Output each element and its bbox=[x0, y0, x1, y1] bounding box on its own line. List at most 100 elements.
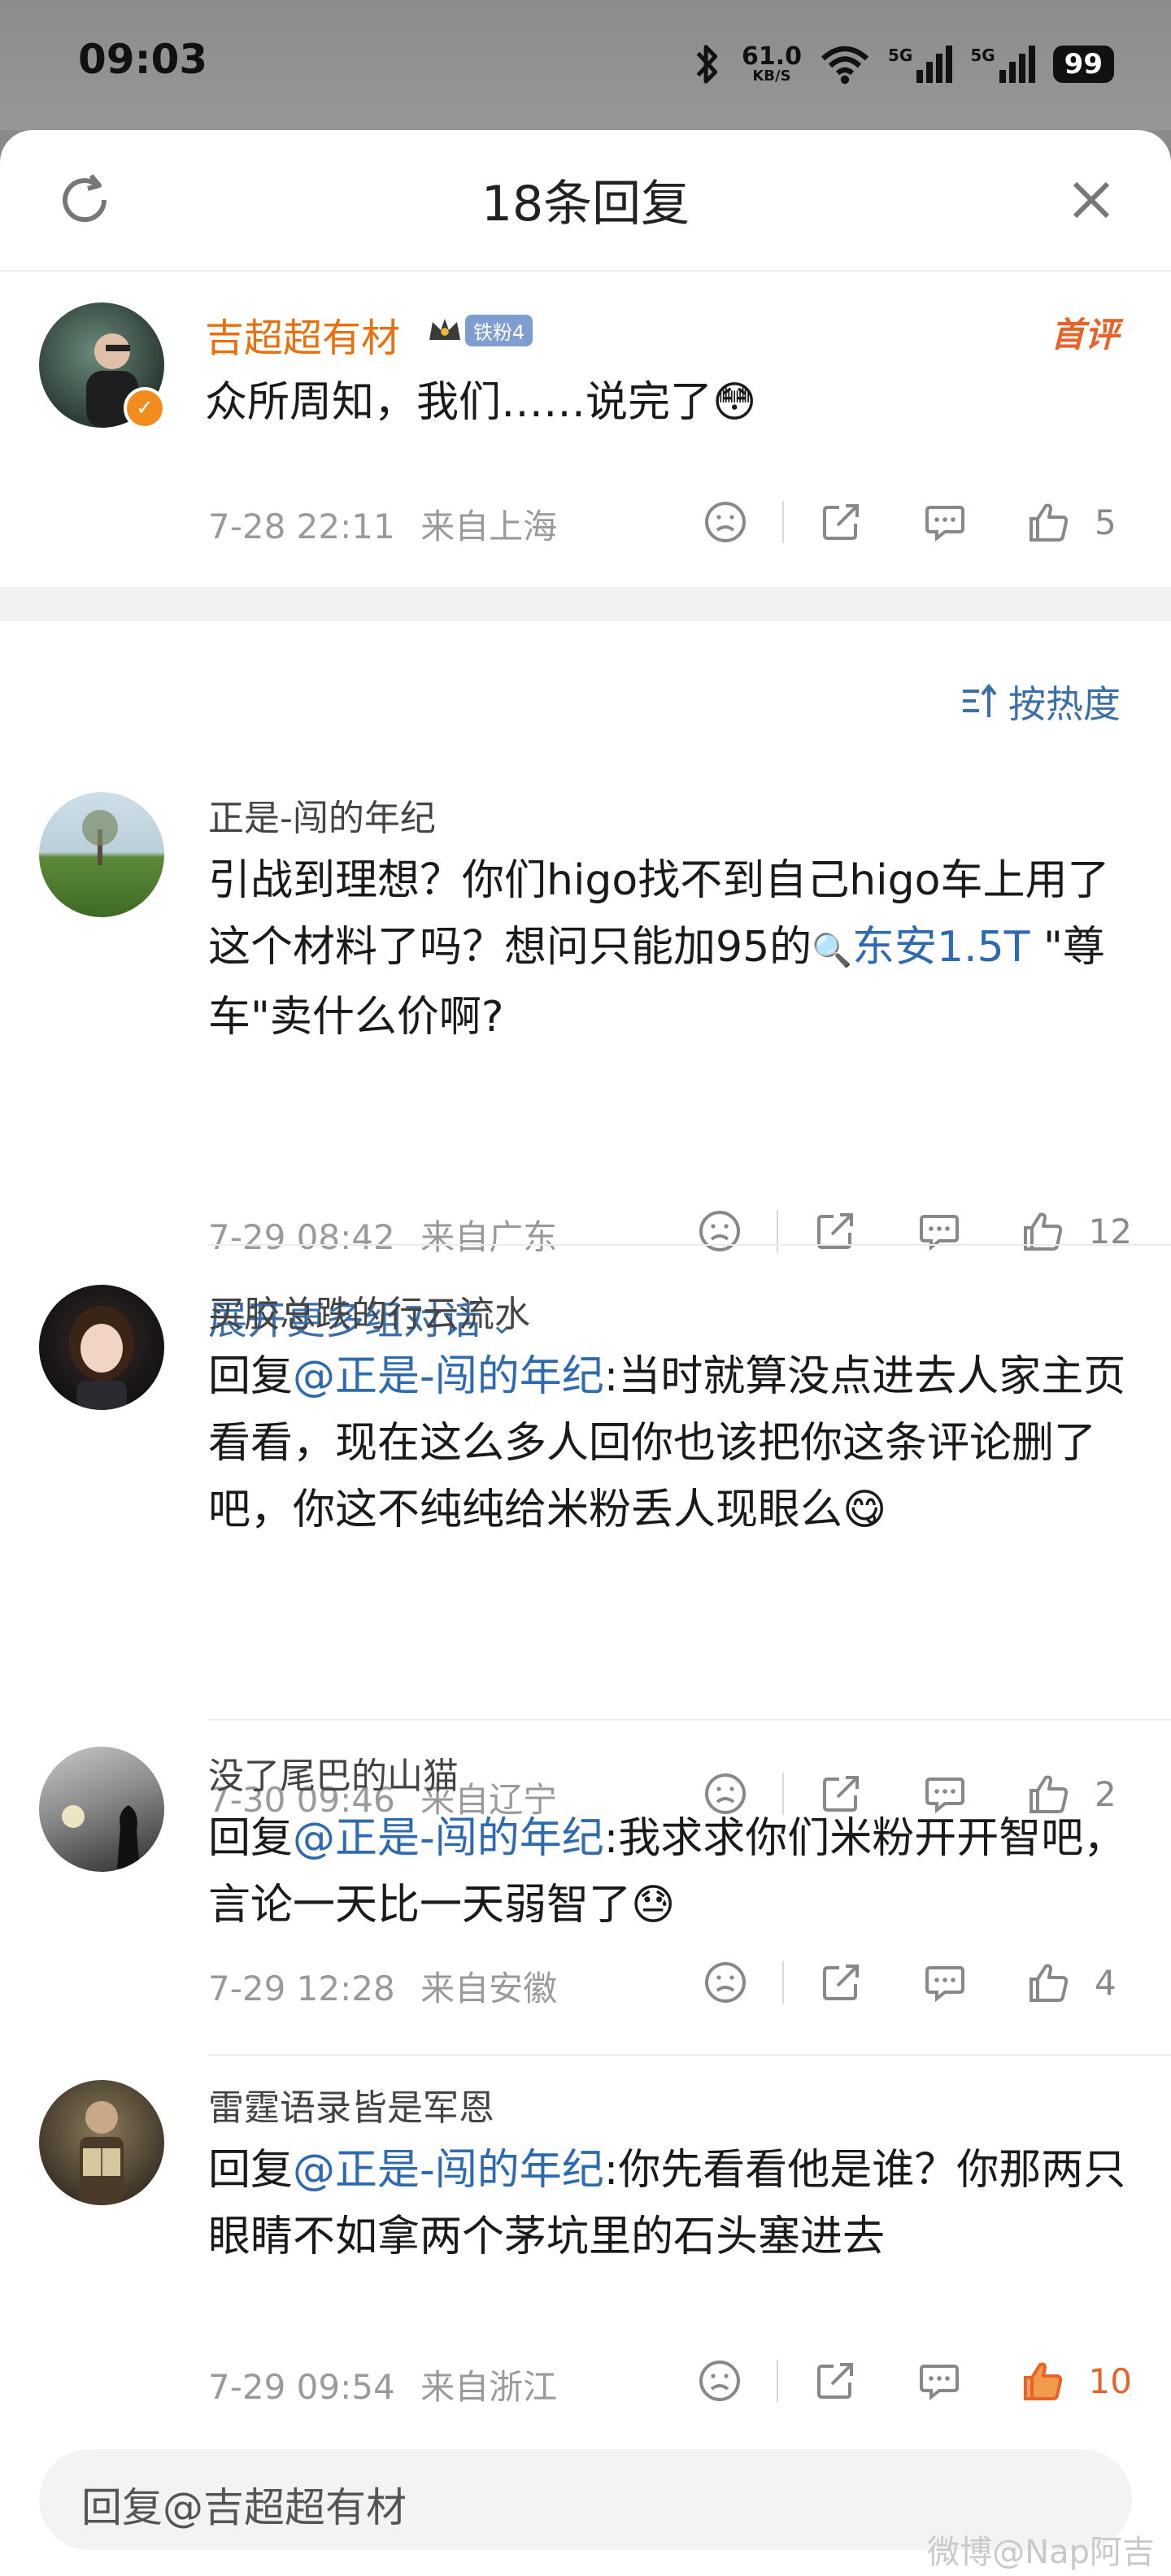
comment-username[interactable]: 吉超超有材 bbox=[205, 306, 400, 363]
share-icon bbox=[816, 1213, 853, 1249]
avatar[interactable] bbox=[39, 1747, 164, 1872]
signal-1-label: 5G bbox=[887, 46, 913, 65]
reply-input-placeholder: 回复@吉超超有材 bbox=[81, 2484, 407, 2531]
replies-sheet: 18条回复 ✓ 吉超超有材 铁粉4 首评 众所周知，我们……说完了😳 7-28 … bbox=[0, 130, 1171, 2576]
bluetooth-icon bbox=[696, 45, 718, 84]
reply-meta: 7-29 08:42 来自广东 bbox=[208, 1210, 557, 1260]
mention-link[interactable]: @正是-闯的年纪 bbox=[293, 1352, 604, 1401]
reply-location: 来自广东 bbox=[420, 1217, 558, 1257]
net-speed: 61.0 KB/S bbox=[741, 42, 802, 85]
divider bbox=[782, 1961, 784, 2004]
reply-text: 回复@正是-闯的年纪:我求求你们米粉开开智吧，言论一天比一天弱智了😓 bbox=[208, 1814, 1126, 1930]
divider bbox=[776, 1210, 778, 1252]
avatar[interactable] bbox=[39, 792, 164, 917]
divider bbox=[208, 1244, 1171, 1246]
fan-badge-label: 铁粉4 bbox=[465, 314, 533, 346]
reply-text: 引战到理想？你们higo找不到自己higo车上用了这个材料了吗？想问只能加95的… bbox=[208, 856, 1110, 1042]
share-button[interactable] bbox=[801, 2348, 869, 2413]
reply-text: 回复@正是-闯的年纪:当时就算没点进去人家主页看看，现在这么多人回你也该把你这条… bbox=[208, 1352, 1126, 1534]
sad-face-icon bbox=[699, 1211, 740, 1251]
mention-link[interactable]: @正是-闯的年纪 bbox=[293, 1814, 604, 1863]
dislike-button[interactable] bbox=[691, 1950, 760, 2015]
reply-username[interactable]: 雷霆语录皆是军恩 bbox=[208, 2078, 494, 2130]
girl-avatar-icon bbox=[69, 1306, 134, 1410]
comment-text: 众所周知，我们……说完了😳 bbox=[205, 378, 757, 427]
sheet-header: 18条回复 bbox=[0, 130, 1171, 272]
crown-icon bbox=[429, 319, 460, 340]
search-icon: 🔍 bbox=[812, 932, 852, 969]
thumbs-up-icon bbox=[1023, 1212, 1062, 1251]
signal-2-label: 5G bbox=[970, 46, 995, 65]
wifi-icon bbox=[821, 46, 869, 85]
avatar[interactable] bbox=[39, 2080, 164, 2205]
mention-link[interactable]: @正是-闯的年纪 bbox=[293, 2146, 604, 2195]
reply-actions: 4 bbox=[691, 1950, 1132, 2015]
signal-2: 5G bbox=[970, 46, 1035, 83]
comment-bubble-icon bbox=[925, 506, 964, 542]
comment-button[interactable] bbox=[905, 2348, 973, 2413]
divider bbox=[776, 2360, 778, 2402]
comment-button[interactable] bbox=[905, 1199, 973, 1264]
comment-location: 来自上海 bbox=[420, 507, 558, 546]
comment-meta: 7-28 22:11 来自上海 bbox=[208, 499, 557, 549]
share-button[interactable] bbox=[807, 1950, 875, 2015]
like-button[interactable] bbox=[1015, 490, 1083, 555]
watermark: 微博@Nap阿吉 bbox=[927, 2534, 1155, 2571]
reply-time: 7-29 09:54 bbox=[208, 2367, 395, 2407]
reply-meta: 7-29 12:28 来自安徽 bbox=[208, 1961, 557, 2011]
sort-icon bbox=[963, 683, 997, 717]
comment-bubble-icon bbox=[919, 2365, 959, 2401]
reply-time: 7-29 12:28 bbox=[208, 1969, 395, 2008]
search-link[interactable]: 🔍东安1.5T bbox=[812, 923, 1030, 972]
sheet-title: 18条回复 bbox=[481, 176, 690, 233]
dislike-button[interactable] bbox=[691, 490, 760, 555]
reading-avatar-icon bbox=[80, 2101, 124, 2205]
close-button[interactable] bbox=[1059, 168, 1124, 233]
comment-bubble-icon bbox=[925, 1966, 964, 2003]
sort-by-hot-button[interactable]: 按热度 bbox=[960, 675, 1121, 729]
reply-username[interactable]: 买胶总跌的行云流水 bbox=[208, 1285, 530, 1337]
comment-time: 7-28 22:11 bbox=[208, 507, 395, 546]
avatar[interactable] bbox=[39, 1285, 164, 1410]
sad-face-icon bbox=[699, 2361, 740, 2401]
comment-button[interactable] bbox=[911, 1950, 979, 2015]
sad-face-icon bbox=[705, 502, 746, 542]
battery-indicator: 99 bbox=[1052, 46, 1114, 83]
root-comment: ✓ 吉超超有材 铁粉4 首评 众所周知，我们……说完了😳 7-28 22:11 … bbox=[0, 270, 1171, 587]
share-button[interactable] bbox=[801, 1199, 869, 1264]
status-icons: 61.0 KB/S 5G 5G 99 bbox=[691, 36, 1114, 93]
tree-avatar-icon bbox=[82, 810, 118, 865]
like-button[interactable] bbox=[1015, 1950, 1083, 2015]
thumbs-up-icon bbox=[1030, 1964, 1069, 2002]
reply-text: 回复@正是-闯的年纪:你先看看他是谁？你那两只眼睛不如拿两个茅坑里的石头塞进去 bbox=[208, 2146, 1126, 2261]
reply-location: 来自浙江 bbox=[420, 2367, 558, 2407]
first-comment-tag: 首评 bbox=[1050, 315, 1119, 355]
close-icon bbox=[1073, 181, 1110, 219]
reply-actions: 12 bbox=[686, 1199, 1132, 1264]
fan-badge: 铁粉4 bbox=[426, 314, 533, 346]
like-count: 4 bbox=[1095, 1962, 1117, 2003]
reply-actions: 10 bbox=[686, 2348, 1132, 2413]
like-count: 10 bbox=[1088, 2361, 1132, 2401]
silhouette-avatar-icon bbox=[62, 1805, 140, 1869]
like-button[interactable] bbox=[1009, 1199, 1077, 1264]
comment-button[interactable] bbox=[911, 490, 979, 555]
like-button-active[interactable] bbox=[1009, 2348, 1077, 2413]
divider bbox=[782, 501, 784, 543]
thumbs-up-filled-icon bbox=[1023, 2362, 1062, 2400]
share-icon bbox=[816, 2363, 853, 2399]
signal-1: 5G bbox=[887, 46, 953, 83]
comment-actions: 5 bbox=[691, 490, 1132, 555]
dislike-button[interactable] bbox=[686, 2348, 754, 2413]
share-button[interactable] bbox=[807, 490, 875, 555]
share-icon bbox=[823, 504, 859, 540]
share-icon bbox=[823, 1965, 859, 2000]
thumbs-up-icon bbox=[1030, 503, 1069, 542]
reply-username[interactable]: 正是-闯的年纪 bbox=[208, 789, 436, 841]
reply-meta: 7-29 09:54 来自浙江 bbox=[208, 2360, 557, 2409]
reply-location: 来自安徽 bbox=[420, 1969, 558, 2008]
reply-username[interactable]: 没了尾巴的山猫 bbox=[208, 1747, 459, 1799]
like-count: 5 bbox=[1095, 502, 1117, 542]
reply-time: 7-29 08:42 bbox=[208, 1217, 395, 1257]
dislike-button[interactable] bbox=[686, 1199, 754, 1264]
